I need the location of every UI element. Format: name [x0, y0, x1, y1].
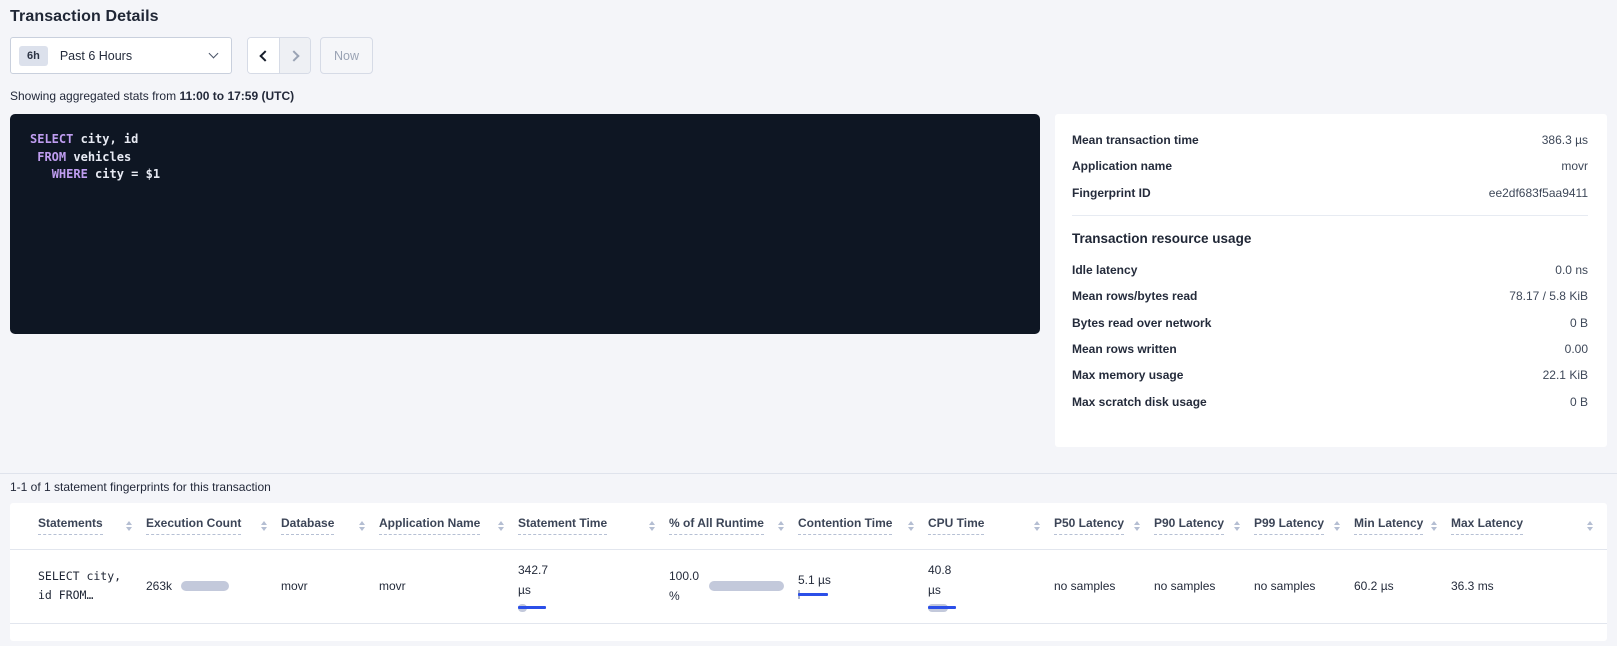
- statement-time-bar: [518, 603, 550, 612]
- sort-icon: [118, 521, 132, 531]
- column-header-p90-latency[interactable]: P90 Latency: [1154, 503, 1254, 549]
- time-range-label: Past 6 Hours: [60, 49, 132, 63]
- pct-runtime-bar: [709, 581, 784, 591]
- sort-icon: [253, 521, 267, 531]
- sort-icon: [1423, 521, 1437, 531]
- sort-icon: [1026, 521, 1040, 531]
- resource-row: Max scratch disk usage 0 B: [1072, 388, 1588, 414]
- column-header-contention-time[interactable]: Contention Time: [798, 503, 928, 549]
- summary-row: Fingerprint ID ee2df683f5aa9411: [1072, 180, 1588, 206]
- column-header-pct-runtime[interactable]: % of All Runtime: [669, 503, 798, 549]
- cell-statement-fingerprint[interactable]: SELECT city, id FROM…: [10, 549, 146, 623]
- now-button[interactable]: Now: [320, 37, 373, 74]
- time-range-select[interactable]: 6h Past 6 Hours: [10, 37, 232, 74]
- divider: [1072, 215, 1588, 216]
- resource-row: Mean rows written 0.00: [1072, 336, 1588, 362]
- statements-table: Statements Execution Count Database Appl…: [10, 503, 1607, 624]
- cell-application-name: movr: [379, 549, 518, 623]
- cell-execution-count: 263k: [146, 549, 281, 623]
- column-header-p99-latency[interactable]: P99 Latency: [1254, 503, 1354, 549]
- sort-icon: [1226, 521, 1240, 531]
- transaction-summary-panel: Mean transaction time 386.3 µs Applicati…: [1055, 114, 1607, 447]
- time-step-group: [247, 37, 311, 74]
- resource-row: Bytes read over network 0 B: [1072, 309, 1588, 335]
- column-header-max-latency[interactable]: Max Latency: [1451, 503, 1607, 549]
- resource-row: Idle latency 0.0 ns: [1072, 257, 1588, 283]
- cell-max-latency: 36.3 ms: [1451, 549, 1607, 623]
- column-header-p50-latency[interactable]: P50 Latency: [1054, 503, 1154, 549]
- resource-row: Max memory usage 22.1 KiB: [1072, 362, 1588, 388]
- time-range-badge: 6h: [19, 46, 48, 66]
- aggregated-stats-note: Showing aggregated stats from 11:00 to 1…: [10, 89, 1617, 103]
- chevron-down-icon: [209, 49, 219, 59]
- column-header-statements[interactable]: Statements: [10, 503, 146, 549]
- statement-row[interactable]: SELECT city, id FROM… 263k movr movr 342…: [10, 549, 1607, 623]
- cell-database: movr: [281, 549, 379, 623]
- column-header-statement-time[interactable]: Statement Time: [518, 503, 669, 549]
- summary-row: Mean transaction time 386.3 µs: [1072, 127, 1588, 153]
- summary-row: Application name movr: [1072, 153, 1588, 179]
- column-header-execution-count[interactable]: Execution Count: [146, 503, 281, 549]
- sort-icon: [900, 521, 914, 531]
- cell-contention-time: 5.1 µs: [798, 549, 928, 623]
- sort-icon: [1326, 521, 1340, 531]
- column-header-database[interactable]: Database: [281, 503, 379, 549]
- sort-icon: [490, 521, 504, 531]
- contention-time-bar: [798, 590, 830, 599]
- sort-icon: [641, 521, 655, 531]
- sort-icon: [770, 521, 784, 531]
- cell-cpu-time: 40.8µs: [928, 549, 1054, 623]
- cell-p90-latency: no samples: [1154, 549, 1254, 623]
- cell-statement-time: 342.7µs: [518, 549, 669, 623]
- cell-min-latency: 60.2 µs: [1354, 549, 1451, 623]
- chevron-right-icon: [288, 50, 299, 61]
- column-header-application-name[interactable]: Application Name: [379, 503, 518, 549]
- prev-time-button[interactable]: [248, 38, 279, 73]
- resource-usage-heading: Transaction resource usage: [1072, 231, 1588, 246]
- sort-icon: [1579, 521, 1593, 531]
- sort-icon: [351, 521, 365, 531]
- sql-statement-box: SELECT city, id FROM vehicles WHERE city…: [10, 114, 1040, 334]
- statements-table-card: Statements Execution Count Database Appl…: [10, 503, 1607, 641]
- cell-p50-latency: no samples: [1054, 549, 1154, 623]
- cell-p99-latency: no samples: [1254, 549, 1354, 623]
- cpu-time-bar: [928, 603, 960, 612]
- execution-count-bar: [181, 581, 229, 591]
- chevron-left-icon: [259, 50, 270, 61]
- next-time-button[interactable]: [279, 38, 310, 73]
- page-title: Transaction Details: [10, 8, 1617, 26]
- table-header-row: Statements Execution Count Database Appl…: [10, 503, 1607, 549]
- section-divider: [0, 473, 1617, 474]
- time-controls: 6h Past 6 Hours Now: [10, 37, 1617, 74]
- cell-pct-runtime: 100.0%: [669, 549, 798, 623]
- fingerprint-count-note: 1-1 of 1 statement fingerprints for this…: [10, 480, 1617, 494]
- column-header-min-latency[interactable]: Min Latency: [1354, 503, 1451, 549]
- sort-icon: [1126, 521, 1140, 531]
- resource-row: Mean rows/bytes read 78.17 / 5.8 KiB: [1072, 283, 1588, 309]
- column-header-cpu-time[interactable]: CPU Time: [928, 503, 1054, 549]
